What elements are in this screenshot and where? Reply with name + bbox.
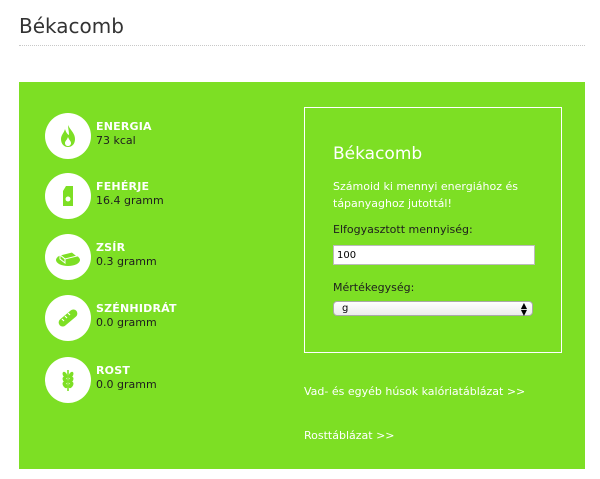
select-arrows-icon: ▲ ▼	[520, 301, 527, 317]
nutrient-fat: ZSÍR 0.3 gramm	[45, 234, 265, 280]
flame-icon	[45, 113, 91, 159]
nutrition-panel: ENERGIA 73 kcal FEHÉRJE 16.4 gramm ZSÍR …	[19, 82, 585, 469]
fiber-table-link[interactable]: Rosttáblázat >>	[304, 429, 395, 442]
unit-select[interactable]: g ▲ ▼	[333, 301, 533, 317]
quantity-label: Elfogyasztott mennyiség:	[333, 223, 473, 236]
nutrient-value: 16.4 gramm	[96, 194, 164, 207]
bread-icon	[45, 295, 91, 341]
nutrient-name: ZSÍR	[96, 241, 126, 254]
nutrient-name: ENERGIA	[96, 120, 152, 133]
nutrient-value: 73 kcal	[96, 134, 136, 147]
calculator-description: Számoid ki mennyi energiához és tápanyag…	[333, 180, 518, 210]
nutrient-value: 0.3 gramm	[96, 255, 157, 268]
unit-label: Mértékegység:	[333, 281, 415, 294]
nutrient-energy: ENERGIA 73 kcal	[45, 113, 265, 159]
nutrient-fiber: ROST 0.0 gramm	[45, 357, 265, 403]
calculator-title: Békacomb	[333, 144, 423, 164]
game-meat-calorie-table-link[interactable]: Vad- és egyéb húsok kalóriatáblázat >>	[304, 385, 525, 398]
nutrient-protein: FEHÉRJE 16.4 gramm	[45, 173, 265, 219]
wheat-icon	[45, 357, 91, 403]
nutrient-value: 0.0 gramm	[96, 316, 157, 329]
nutrient-name: FEHÉRJE	[96, 180, 150, 193]
nutrient-value: 0.0 gramm	[96, 378, 157, 391]
unit-select-value: g	[342, 303, 349, 314]
page-title: Békacomb	[19, 14, 124, 38]
nutrient-carbohydrate: SZÉNHIDRÁT 0.0 gramm	[45, 295, 265, 341]
nutrient-name: ROST	[96, 364, 131, 377]
nutrient-name: SZÉNHIDRÁT	[96, 302, 177, 315]
quantity-input[interactable]	[333, 245, 535, 265]
title-divider	[19, 45, 585, 46]
milk-carton-icon	[45, 173, 91, 219]
butter-icon	[45, 234, 91, 280]
calculator-box: Békacomb Számoid ki mennyi energiához és…	[304, 107, 562, 353]
